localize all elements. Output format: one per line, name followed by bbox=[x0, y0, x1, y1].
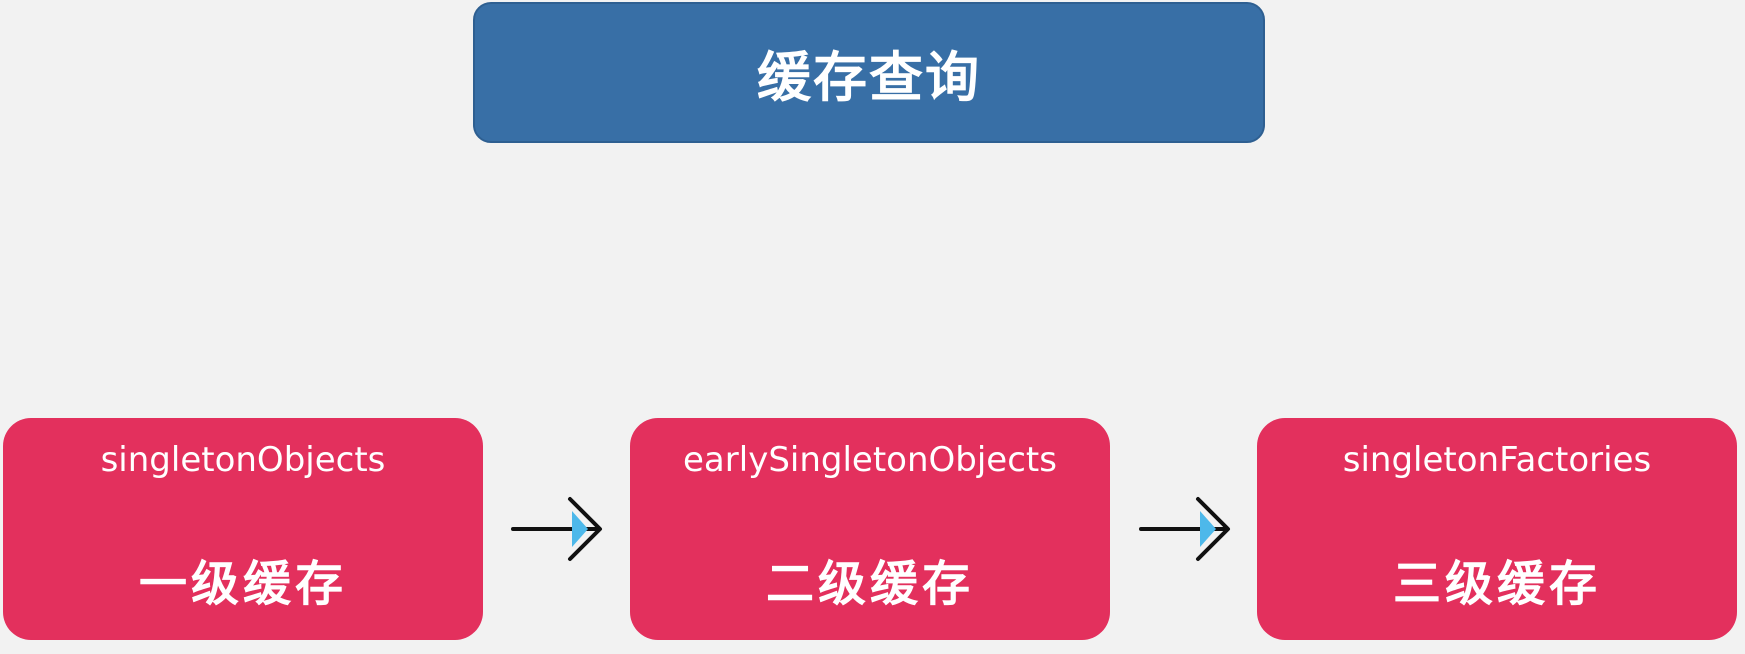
cache-level-label: 二级缓存 bbox=[765, 556, 974, 612]
cache-level-label: 一级缓存 bbox=[138, 556, 347, 612]
diagram-canvas: 缓存查询 singletonObjects 一级缓存 earlySingleto… bbox=[0, 0, 1745, 654]
cache-box-level-1: singletonObjects 一级缓存 bbox=[3, 418, 483, 640]
cache-name: singletonFactories bbox=[1342, 440, 1652, 480]
cache-name: earlySingletonObjects bbox=[683, 440, 1057, 480]
arrow-right-icon bbox=[1139, 497, 1230, 561]
cache-box-level-2: earlySingletonObjects 二级缓存 bbox=[630, 418, 1110, 640]
cache-query-header: 缓存查询 bbox=[473, 2, 1265, 143]
cache-level-label: 三级缓存 bbox=[1392, 556, 1601, 612]
cache-name: singletonObjects bbox=[100, 440, 386, 480]
header-title: 缓存查询 bbox=[757, 46, 981, 109]
cache-box-level-3: singletonFactories 三级缓存 bbox=[1257, 418, 1737, 640]
arrow-right-icon bbox=[511, 497, 602, 561]
